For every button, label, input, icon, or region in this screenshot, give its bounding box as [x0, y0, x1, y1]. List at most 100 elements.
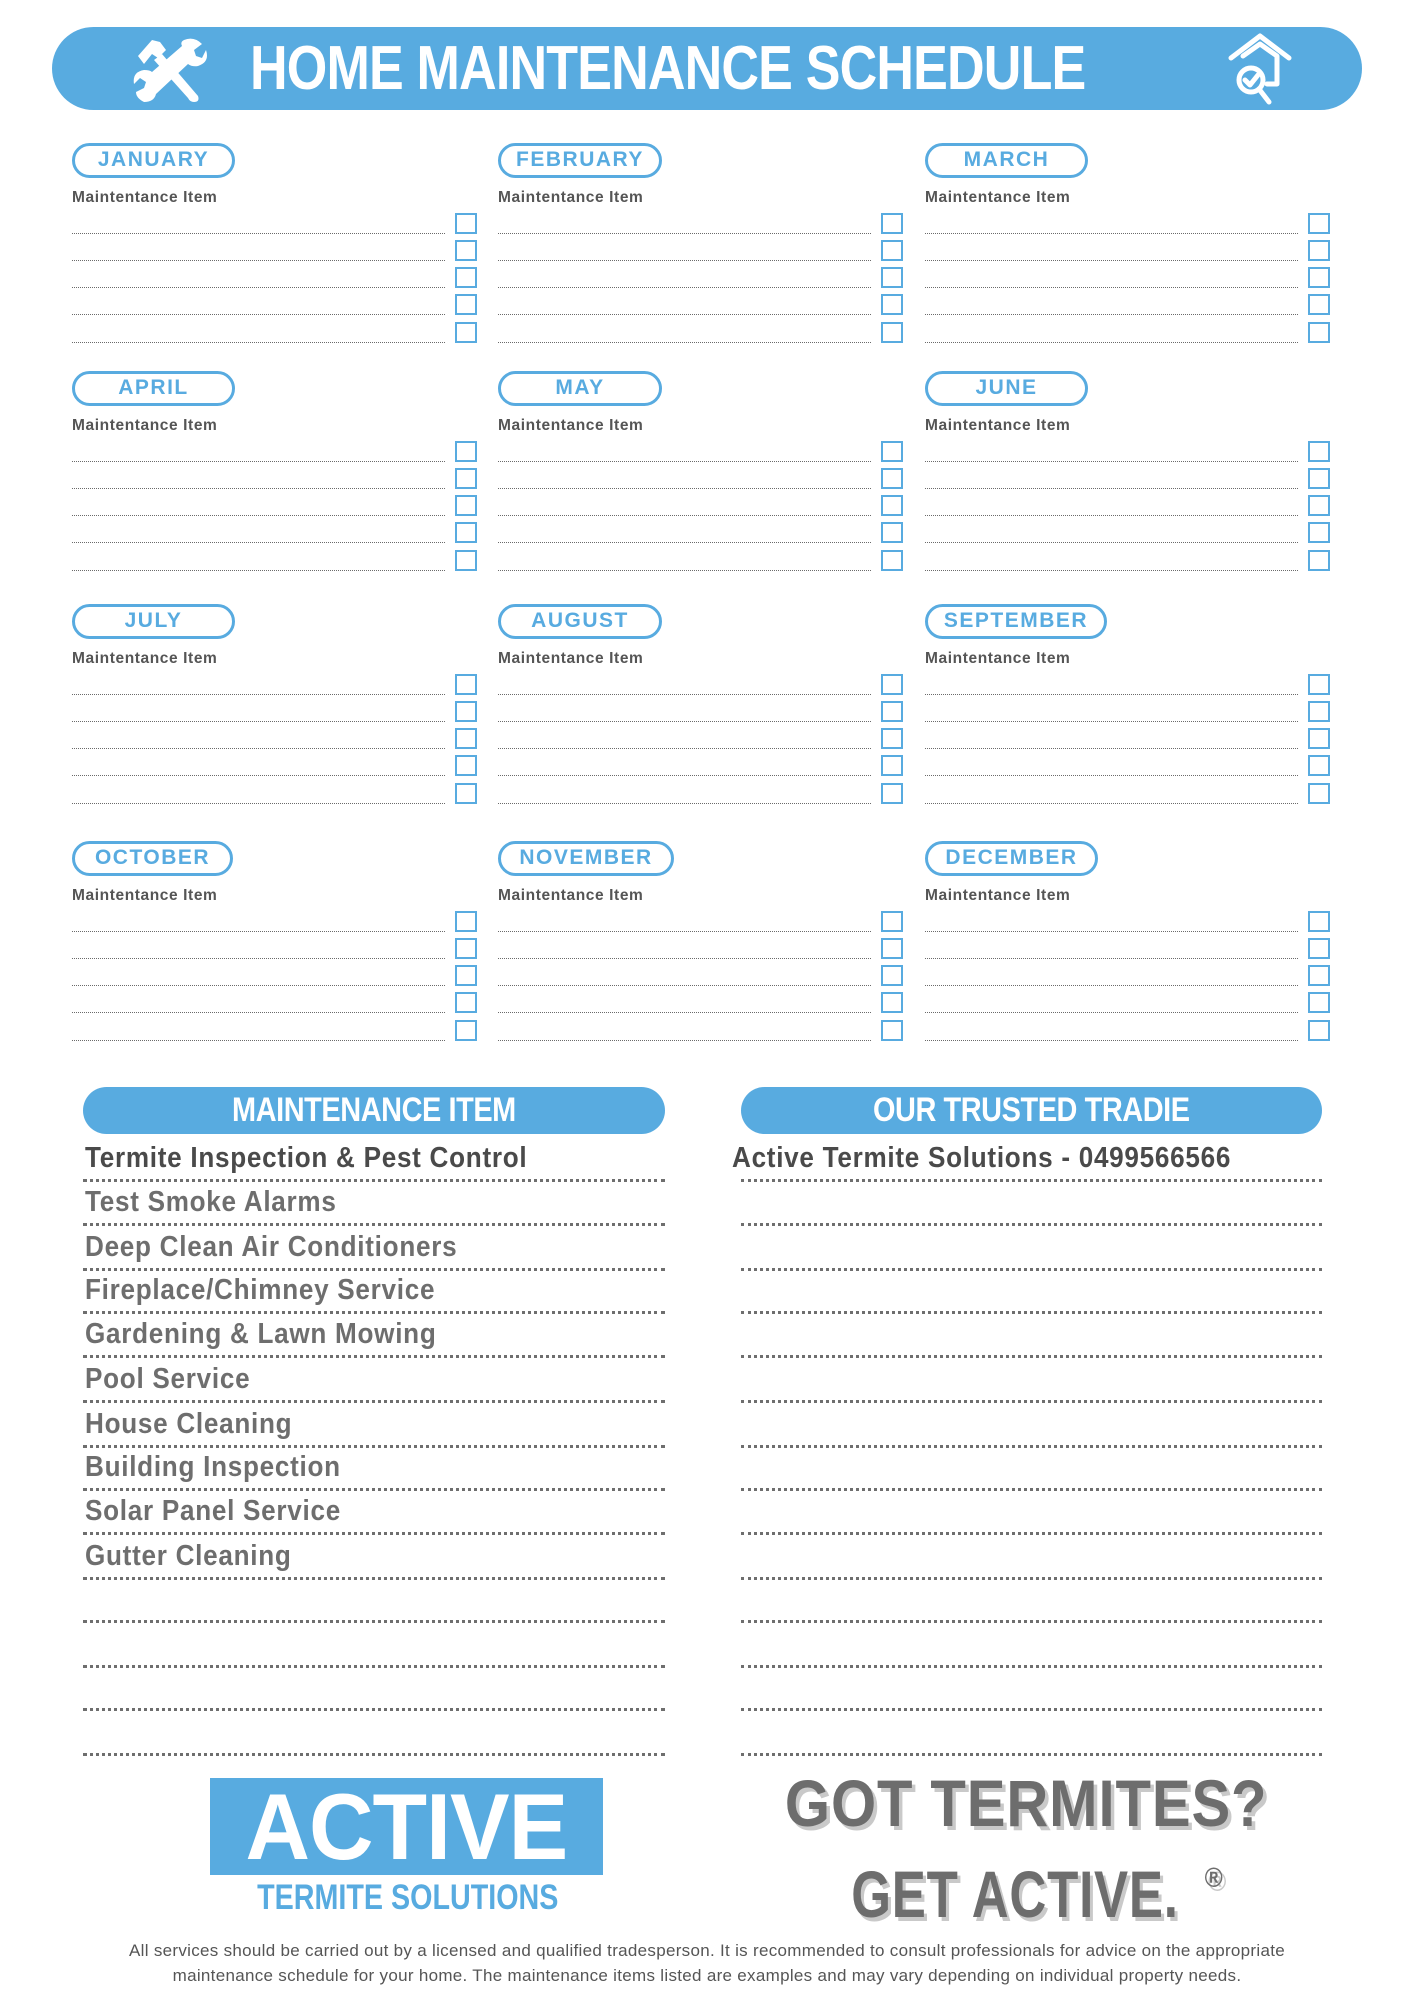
write-in-line[interactable]	[498, 570, 871, 571]
maintenance-item-line[interactable]	[83, 1445, 665, 1448]
write-in-line[interactable]	[925, 515, 1298, 516]
maintenance-item-line[interactable]	[83, 1532, 665, 1535]
task-checkbox[interactable]	[1308, 322, 1330, 343]
tradie-line[interactable]	[741, 1753, 1322, 1756]
write-in-line[interactable]	[498, 775, 871, 776]
task-checkbox[interactable]	[881, 755, 903, 776]
write-in-line[interactable]	[498, 542, 871, 543]
write-in-line[interactable]	[72, 985, 445, 986]
write-in-line[interactable]	[925, 748, 1298, 749]
maintenance-item-line[interactable]	[83, 1355, 665, 1358]
write-in-line[interactable]	[498, 803, 871, 804]
task-checkbox[interactable]	[455, 674, 477, 695]
write-in-line[interactable]	[72, 748, 445, 749]
task-checkbox[interactable]	[881, 322, 903, 343]
task-checkbox[interactable]	[1308, 965, 1330, 986]
write-in-line[interactable]	[498, 958, 871, 959]
task-checkbox[interactable]	[1308, 674, 1330, 695]
tradie-line[interactable]	[741, 1445, 1322, 1448]
task-checkbox[interactable]	[455, 911, 477, 932]
write-in-line[interactable]	[925, 461, 1298, 462]
write-in-line[interactable]	[925, 233, 1298, 234]
tradie-line[interactable]	[741, 1355, 1322, 1358]
task-checkbox[interactable]	[455, 322, 477, 343]
write-in-line[interactable]	[498, 748, 871, 749]
task-checkbox[interactable]	[1308, 1020, 1330, 1041]
task-checkbox[interactable]	[455, 495, 477, 516]
write-in-line[interactable]	[498, 461, 871, 462]
task-checkbox[interactable]	[881, 783, 903, 804]
write-in-line[interactable]	[72, 803, 445, 804]
write-in-line[interactable]	[498, 314, 871, 315]
task-checkbox[interactable]	[881, 911, 903, 932]
maintenance-item-line[interactable]	[83, 1268, 665, 1271]
write-in-line[interactable]	[925, 314, 1298, 315]
maintenance-item-line[interactable]	[83, 1708, 665, 1711]
tradie-line[interactable]	[741, 1620, 1322, 1623]
write-in-line[interactable]	[72, 488, 445, 489]
task-checkbox[interactable]	[881, 1020, 903, 1041]
task-checkbox[interactable]	[881, 495, 903, 516]
task-checkbox[interactable]	[1308, 213, 1330, 234]
maintenance-item-line[interactable]	[83, 1311, 665, 1314]
write-in-line[interactable]	[925, 775, 1298, 776]
task-checkbox[interactable]	[881, 267, 903, 288]
task-checkbox[interactable]	[881, 294, 903, 315]
task-checkbox[interactable]	[1308, 550, 1330, 571]
task-checkbox[interactable]	[881, 674, 903, 695]
task-checkbox[interactable]	[881, 992, 903, 1013]
write-in-line[interactable]	[925, 260, 1298, 261]
write-in-line[interactable]	[498, 515, 871, 516]
task-checkbox[interactable]	[455, 755, 477, 776]
task-checkbox[interactable]	[455, 965, 477, 986]
tradie-line[interactable]	[741, 1577, 1322, 1580]
task-checkbox[interactable]	[881, 701, 903, 722]
write-in-line[interactable]	[498, 233, 871, 234]
write-in-line[interactable]	[498, 694, 871, 695]
task-checkbox[interactable]	[455, 938, 477, 959]
task-checkbox[interactable]	[1308, 294, 1330, 315]
maintenance-item-line[interactable]	[83, 1400, 665, 1403]
tradie-line[interactable]	[741, 1268, 1322, 1271]
write-in-line[interactable]	[72, 233, 445, 234]
write-in-line[interactable]	[925, 488, 1298, 489]
task-checkbox[interactable]	[881, 240, 903, 261]
write-in-line[interactable]	[498, 260, 871, 261]
tradie-line[interactable]	[741, 1488, 1322, 1491]
write-in-line[interactable]	[72, 342, 445, 343]
maintenance-item-line[interactable]	[83, 1488, 665, 1491]
write-in-line[interactable]	[72, 694, 445, 695]
task-checkbox[interactable]	[1308, 522, 1330, 543]
task-checkbox[interactable]	[1308, 240, 1330, 261]
write-in-line[interactable]	[925, 985, 1298, 986]
task-checkbox[interactable]	[881, 550, 903, 571]
write-in-line[interactable]	[72, 515, 445, 516]
task-checkbox[interactable]	[455, 992, 477, 1013]
task-checkbox[interactable]	[455, 294, 477, 315]
task-checkbox[interactable]	[1308, 911, 1330, 932]
write-in-line[interactable]	[498, 287, 871, 288]
task-checkbox[interactable]	[455, 1020, 477, 1041]
task-checkbox[interactable]	[1308, 267, 1330, 288]
tradie-line[interactable]	[741, 1532, 1322, 1535]
write-in-line[interactable]	[498, 721, 871, 722]
maintenance-item-line[interactable]	[83, 1179, 665, 1182]
task-checkbox[interactable]	[455, 701, 477, 722]
write-in-line[interactable]	[925, 570, 1298, 571]
task-checkbox[interactable]	[881, 441, 903, 462]
task-checkbox[interactable]	[455, 213, 477, 234]
task-checkbox[interactable]	[1308, 728, 1330, 749]
tradie-line[interactable]	[741, 1311, 1322, 1314]
write-in-line[interactable]	[498, 488, 871, 489]
write-in-line[interactable]	[72, 1012, 445, 1013]
maintenance-item-line[interactable]	[83, 1753, 665, 1756]
task-checkbox[interactable]	[1308, 495, 1330, 516]
write-in-line[interactable]	[72, 958, 445, 959]
task-checkbox[interactable]	[881, 213, 903, 234]
write-in-line[interactable]	[72, 775, 445, 776]
task-checkbox[interactable]	[881, 468, 903, 489]
write-in-line[interactable]	[925, 287, 1298, 288]
task-checkbox[interactable]	[455, 240, 477, 261]
write-in-line[interactable]	[925, 1040, 1298, 1041]
task-checkbox[interactable]	[1308, 755, 1330, 776]
